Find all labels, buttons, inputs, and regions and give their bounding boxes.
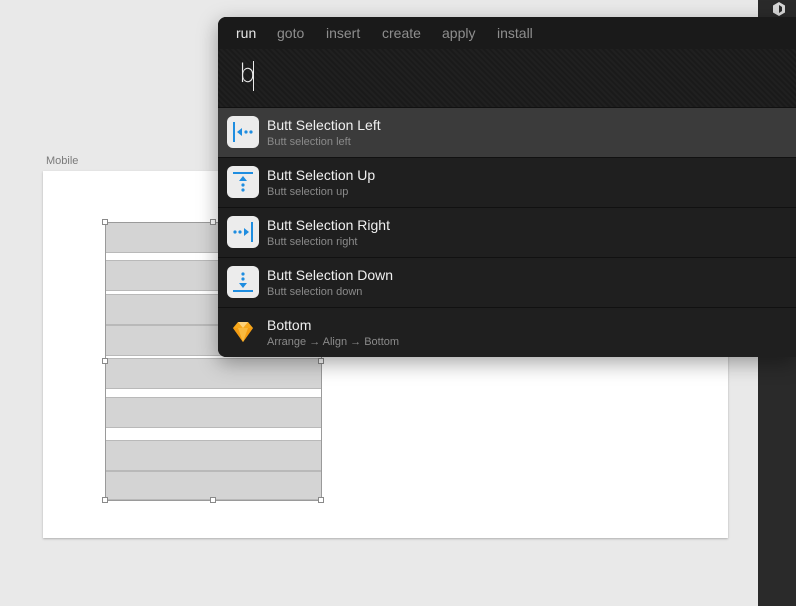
align-right-icon xyxy=(227,216,259,248)
resize-handle[interactable] xyxy=(102,358,108,364)
result-subtitle: Butt selection right xyxy=(267,236,358,248)
search-input[interactable]: b xyxy=(218,49,796,107)
result-title: Butt Selection Left xyxy=(267,117,381,133)
result-title: Butt Selection Up xyxy=(267,167,376,183)
tab-insert[interactable]: insert xyxy=(326,25,360,41)
result-subtitle: Butt selection left xyxy=(267,136,351,148)
text-caret xyxy=(253,61,254,91)
resize-handle[interactable] xyxy=(318,358,324,364)
result-item[interactable]: Butt Selection Right Butt selection righ… xyxy=(218,207,796,257)
align-up-icon xyxy=(227,166,259,198)
result-title: Butt Selection Right xyxy=(267,217,390,233)
resize-handle[interactable] xyxy=(318,497,324,503)
result-item[interactable]: Butt Selection Up Butt selection up xyxy=(218,157,796,207)
tab-apply[interactable]: apply xyxy=(442,25,475,41)
resize-handle[interactable] xyxy=(102,219,108,225)
tab-run[interactable]: run xyxy=(236,25,256,41)
result-subtitle: Butt selection up xyxy=(267,186,349,198)
tab-install[interactable]: install xyxy=(497,25,533,41)
tab-create[interactable]: create xyxy=(382,25,421,41)
artboard-label[interactable]: Mobile xyxy=(46,155,78,167)
result-item[interactable]: Butt Selection Down Butt selection down xyxy=(218,257,796,307)
resize-handle[interactable] xyxy=(210,219,216,225)
app-logo-icon xyxy=(773,2,785,16)
align-down-icon xyxy=(227,266,259,298)
resize-handle[interactable] xyxy=(210,497,216,503)
align-left-icon xyxy=(227,116,259,148)
sketch-diamond-icon xyxy=(227,316,259,348)
result-title: Butt Selection Down xyxy=(267,267,394,283)
result-item[interactable]: Butt Selection Left Butt selection left xyxy=(218,107,796,157)
command-palette: run goto insert create apply install b B… xyxy=(218,17,796,357)
palette-tabs: run goto insert create apply install xyxy=(218,17,796,49)
result-item[interactable]: Bottom Arrange → Align → Bottom xyxy=(218,307,796,357)
tab-goto[interactable]: goto xyxy=(277,25,304,41)
result-subtitle: Butt selection down xyxy=(267,286,363,298)
resize-handle[interactable] xyxy=(102,497,108,503)
result-subtitle: Arrange → Align → Bottom xyxy=(267,336,400,348)
result-title: Bottom xyxy=(267,317,312,333)
